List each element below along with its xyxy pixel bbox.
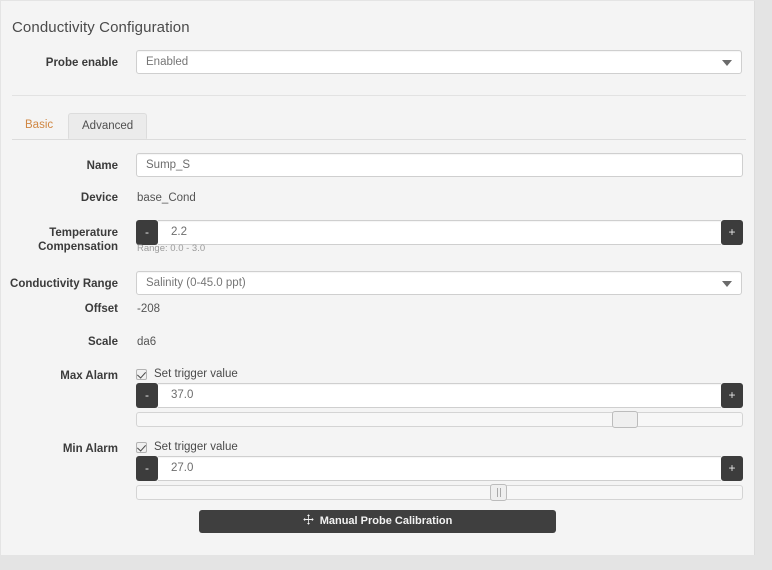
temperature-compensation-increment-button[interactable]: + [721, 220, 743, 245]
tab-basic[interactable]: Basic [12, 113, 66, 139]
temperature-compensation-label: Temperature Compensation [1, 226, 118, 254]
conductivity-range-value: Salinity (0-45.0 ppt) [146, 277, 246, 289]
probe-enable-label: Probe enable [45, 57, 118, 69]
offset-value: -208 [137, 303, 161, 315]
max-alarm-input[interactable]: 37.0 [158, 383, 721, 408]
max-alarm-slider-handle[interactable] [612, 411, 638, 428]
section-divider [12, 95, 746, 96]
min-alarm-trigger-checkbox-label: Set trigger value [154, 441, 238, 453]
temperature-compensation-input[interactable]: 2.2 [158, 220, 721, 245]
min-alarm-increment-button[interactable]: + [721, 456, 743, 481]
device-value: base_Cond [137, 192, 196, 204]
min-alarm-trigger-checkbox[interactable] [136, 442, 147, 453]
min-alarm-slider-handle[interactable] [490, 484, 507, 501]
scale-label: Scale [87, 336, 118, 348]
name-input[interactable]: Sump_S [136, 153, 743, 177]
temperature-compensation-stepper: - 2.2 + [136, 220, 743, 245]
offset-label: Offset [84, 303, 118, 315]
chevron-down-icon [722, 60, 732, 66]
max-alarm-trigger-checkbox[interactable] [136, 369, 147, 380]
chevron-down-icon [722, 281, 732, 287]
max-alarm-slider[interactable] [136, 411, 743, 428]
device-label: Device [80, 192, 118, 204]
app-root: Conductivity Configuration Probe enable … [0, 0, 772, 570]
min-alarm-stepper: - 27.0 + [136, 456, 743, 481]
conductivity-range-select[interactable]: Salinity (0-45.0 ppt) [136, 271, 742, 295]
temperature-compensation-decrement-button[interactable]: - [136, 220, 158, 245]
name-label: Name [86, 160, 118, 172]
temperature-compensation-label-line2: Compensation [38, 241, 118, 253]
probe-enable-select[interactable]: Enabled [136, 50, 742, 74]
max-alarm-increment-button[interactable]: + [721, 383, 743, 408]
max-alarm-stepper: - 37.0 + [136, 383, 743, 408]
tab-advanced[interactable]: Advanced [68, 113, 148, 139]
conductivity-range-label: Conductivity Range [10, 278, 118, 290]
min-alarm-slider[interactable] [136, 484, 743, 501]
max-alarm-trigger-checkbox-label: Set trigger value [154, 368, 238, 380]
scale-value: da6 [137, 336, 157, 348]
min-alarm-input[interactable]: 27.0 [158, 456, 721, 481]
probe-enable-value: Enabled [146, 56, 189, 68]
manual-probe-calibration-button[interactable]: Manual Probe Calibration [199, 510, 556, 533]
min-alarm-label: Min Alarm [62, 443, 118, 455]
temperature-compensation-hint: Range: 0.0 - 3.0 [137, 243, 206, 254]
temperature-compensation-label-line1: Temperature [49, 227, 118, 239]
configuration-panel: Conductivity Configuration Probe enable … [1, 1, 755, 555]
max-alarm-decrement-button[interactable]: - [136, 383, 158, 408]
manual-probe-calibration-label: Manual Probe Calibration [319, 515, 453, 527]
max-alarm-label: Max Alarm [60, 370, 118, 382]
tab-bar: Basic Advanced [12, 113, 746, 140]
page-title: Conductivity Configuration [12, 19, 190, 36]
move-crosshair-icon [302, 511, 314, 533]
min-alarm-decrement-button[interactable]: - [136, 456, 158, 481]
slider-grip-icon [496, 488, 501, 497]
